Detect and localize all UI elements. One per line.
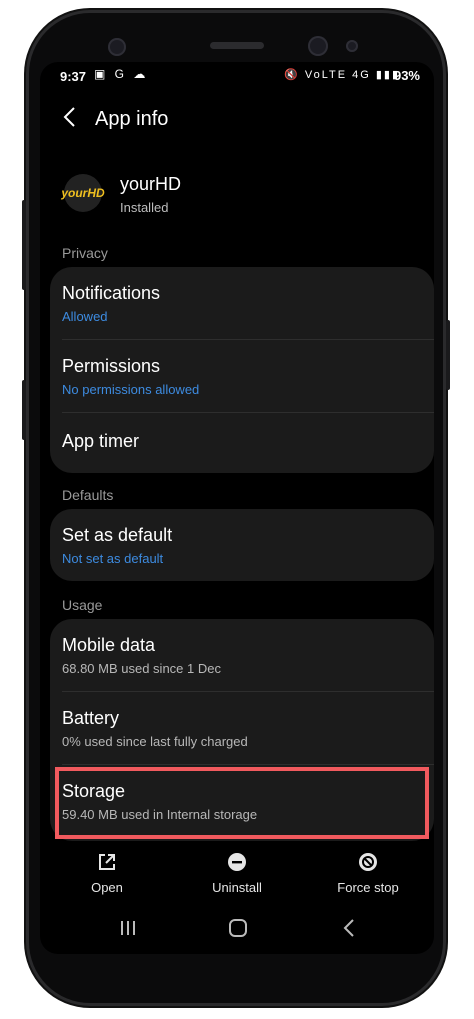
notification-icons: ▣ G ☁: [94, 67, 149, 81]
section-usage: Usage: [62, 597, 103, 613]
volume-button: [22, 200, 26, 290]
list-item-sub: Allowed: [62, 309, 108, 324]
minus-circle-icon: [228, 853, 246, 871]
list-item-label: Mobile data: [62, 635, 156, 655]
list-item-sub: No permissions allowed: [62, 382, 200, 397]
list-item-label: Notifications: [62, 283, 161, 303]
earpiece-speaker: [210, 42, 264, 49]
navigation-bar: [40, 910, 434, 954]
open-button[interactable]: Open: [52, 852, 162, 895]
list-item-battery[interactable]: Battery 0% used since last fully charged: [50, 692, 434, 765]
front-camera: [108, 38, 126, 56]
app-header: yourHD yourHD Installed: [40, 162, 434, 222]
app-icon-text: yourHD: [61, 186, 105, 200]
privacy-card: Notifications Allowed Permissions No per…: [50, 267, 434, 473]
list-item-permissions[interactable]: Permissions No permissions allowed: [50, 340, 434, 413]
bottom-action-bar: Open Uninstall Force stop: [40, 848, 434, 902]
power-button: [446, 320, 450, 390]
home-icon[interactable]: [228, 918, 248, 944]
app-icon: yourHD: [61, 174, 105, 212]
back-icon[interactable]: [62, 106, 76, 135]
list-item-notifications[interactable]: Notifications Allowed: [50, 267, 434, 340]
list-item-set-as-default[interactable]: Set as default Not set as default: [50, 509, 434, 581]
open-external-icon: [99, 854, 115, 870]
status-time: 9:37: [60, 69, 87, 84]
list-item-sub: 68.80 MB used since 1 Dec: [62, 661, 221, 676]
list-item-app-timer[interactable]: App timer: [50, 413, 434, 473]
open-label: Open: [91, 880, 123, 895]
bixby-button: [22, 380, 26, 440]
uninstall-label: Uninstall: [212, 880, 262, 895]
recent-apps-icon[interactable]: [118, 918, 138, 944]
status-bar: 9:37 ▣ G ☁ 🔇 VoLTE 4G ▮▮▮ 93%: [40, 62, 434, 90]
force-stop-button[interactable]: Force stop: [313, 852, 423, 895]
list-item-label: Set as default: [62, 525, 173, 545]
app-bar: App info: [40, 100, 434, 140]
signal-icons: 🔇 VoLTE 4G ▮▮▮: [284, 69, 400, 81]
block-circle-icon: [359, 853, 377, 871]
storage-highlight-box: [55, 767, 429, 839]
battery-percent: 93%: [393, 68, 420, 83]
back-nav-icon[interactable]: [342, 918, 356, 944]
list-item-label: App timer: [62, 431, 140, 451]
list-item-label: Battery: [62, 708, 120, 728]
list-item-label: Permissions: [62, 356, 161, 376]
list-item-mobile-data[interactable]: Mobile data 68.80 MB used since 1 Dec: [50, 619, 434, 692]
defaults-card: Set as default Not set as default: [50, 509, 434, 581]
uninstall-button[interactable]: Uninstall: [182, 852, 292, 895]
page-title: App info: [95, 108, 169, 130]
app-info-screen: 9:37 ▣ G ☁ 🔇 VoLTE 4G ▮▮▮ 93% App info y…: [40, 62, 434, 954]
section-privacy: Privacy: [62, 245, 108, 261]
section-defaults: Defaults: [62, 487, 114, 503]
iris-scanner: [308, 36, 328, 56]
proximity-sensor: [346, 40, 358, 52]
app-name: yourHD: [120, 174, 182, 194]
list-item-sub: Not set as default: [62, 551, 164, 566]
app-install-status: Installed: [120, 200, 169, 215]
force-stop-label: Force stop: [337, 880, 399, 895]
list-item-sub: 0% used since last fully charged: [62, 734, 248, 749]
